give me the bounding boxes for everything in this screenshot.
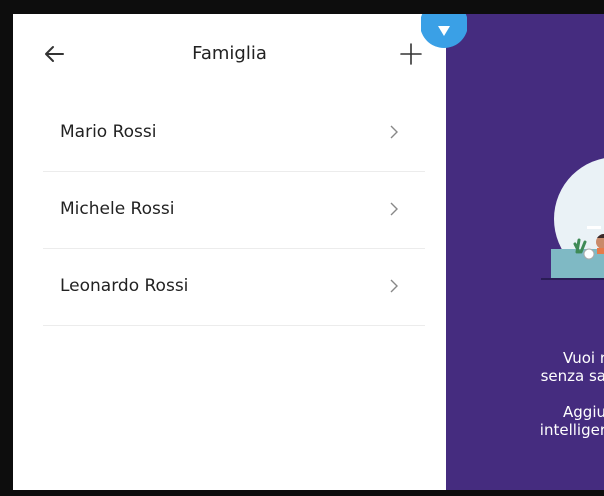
app-frame: Famiglia Mario Rossi Michele Rossi Leona… [13, 14, 604, 490]
member-name: Michele Rossi [60, 199, 175, 219]
promo-line: Vuoi r [562, 349, 604, 367]
family-illustration [541, 158, 604, 280]
list-item-member[interactable]: Leonardo Rossi [43, 249, 425, 326]
promo-line: Aggiu [563, 403, 604, 421]
member-name: Mario Rossi [60, 122, 157, 142]
page-title: Famiglia [192, 43, 267, 64]
promo-text: Vuoi r senza sa [446, 349, 604, 385]
list-item-member[interactable]: Michele Rossi [43, 172, 425, 249]
down-triangle-badge-icon[interactable] [421, 14, 467, 50]
promo-text: Aggiu intelliger [446, 403, 604, 439]
list-item-member[interactable]: Mario Rossi [43, 95, 425, 172]
member-list: Mario Rossi Michele Rossi Leonardo Rossi [43, 95, 425, 326]
promo-line: senza sa [540, 367, 604, 385]
chevron-right-icon [390, 202, 398, 216]
family-panel: Famiglia Mario Rossi Michele Rossi Leona… [13, 14, 446, 490]
member-name: Leonardo Rossi [60, 276, 189, 296]
promo-line: intelliger [539, 421, 604, 439]
header: Famiglia [13, 14, 446, 94]
chevron-right-icon [390, 125, 398, 139]
promo-panel: Vuoi r senza sa Aggiu intelliger [446, 14, 604, 490]
chevron-right-icon [390, 279, 398, 293]
